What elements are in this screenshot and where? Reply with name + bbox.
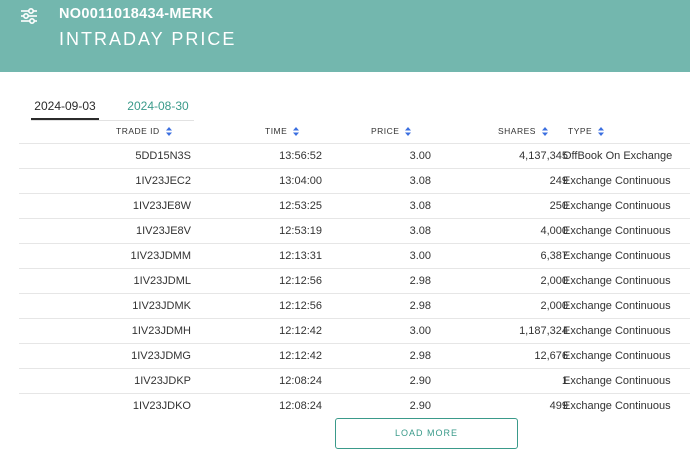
tab-2024-08-30[interactable]: 2024-08-30 xyxy=(123,94,193,118)
type-cell: Exchange Continuous xyxy=(563,350,671,362)
price-cell: 2.90 xyxy=(409,400,431,412)
time-cell: 12:53:25 xyxy=(279,200,322,212)
instrument-id: NO0011018434-MERK xyxy=(59,6,214,22)
table-row: 1IV23JE8W 12:53:25 3.08 250 Exchange Con… xyxy=(19,193,690,218)
table-row: 5DD15N3S 13:56:52 3.00 4,137,345 OffBook… xyxy=(19,143,690,168)
type-cell: Exchange Continuous xyxy=(563,375,671,387)
price-cell: 2.98 xyxy=(409,275,431,287)
table-row: 1IV23JDMH 12:12:42 3.00 1,187,324 Exchan… xyxy=(19,318,690,343)
table-row: 1IV23JDML 12:12:56 2.98 2,000 Exchange C… xyxy=(19,268,690,293)
trade-id-cell: 1IV23JDMK xyxy=(132,300,191,312)
table-row: 1IV23JDMK 12:12:56 2.98 2,000 Exchange C… xyxy=(19,293,690,318)
sort-updown-icon xyxy=(598,126,605,136)
sort-updown-icon xyxy=(405,126,412,136)
type-cell: Exchange Continuous xyxy=(563,175,671,187)
trades-table: 5DD15N3S 13:56:52 3.00 4,137,345 OffBook… xyxy=(19,143,690,418)
trade-id-cell: 1IV23JDMH xyxy=(131,325,191,337)
column-header-trade-id[interactable]: TRADE ID xyxy=(116,125,172,137)
shares-cell: 1,187,324 xyxy=(519,325,568,337)
type-cell: Exchange Continuous xyxy=(563,325,671,337)
column-label: TRADE ID xyxy=(116,126,160,136)
time-cell: 12:12:42 xyxy=(279,325,322,337)
price-cell: 2.98 xyxy=(409,350,431,362)
column-header-shares[interactable]: SHARES xyxy=(498,125,548,137)
type-cell: OffBook On Exchange xyxy=(563,150,673,162)
price-cell: 3.08 xyxy=(409,175,431,187)
sort-updown-icon xyxy=(541,126,548,136)
trade-id-cell: 1IV23JDKO xyxy=(132,400,191,412)
table-row: 1IV23JDMG 12:12:42 2.98 12,676 Exchange … xyxy=(19,343,690,368)
table-row: 1IV23JEC2 13:04:00 3.08 249 Exchange Con… xyxy=(19,168,690,193)
type-cell: Exchange Continuous xyxy=(563,250,671,262)
page-header: NO0011018434-MERK INTRADAY PRICE xyxy=(0,0,690,72)
column-header-type[interactable]: TYPE xyxy=(568,125,605,137)
table-row: 1IV23JE8V 12:53:19 3.08 4,000 Exchange C… xyxy=(19,218,690,243)
price-cell: 2.98 xyxy=(409,300,431,312)
type-cell: Exchange Continuous xyxy=(563,225,671,237)
tab-2024-09-03[interactable]: 2024-09-03 xyxy=(31,94,99,120)
column-label: TYPE xyxy=(568,126,593,136)
time-cell: 12:53:19 xyxy=(279,225,322,237)
trade-id-cell: 1IV23JE8V xyxy=(135,225,191,237)
type-cell: Exchange Continuous xyxy=(563,300,671,312)
trade-id-cell: 5DD15N3S xyxy=(135,150,191,162)
price-cell: 3.00 xyxy=(409,250,431,262)
time-cell: 12:12:42 xyxy=(279,350,322,362)
table-row: 1IV23JDKO 12:08:24 2.90 499 Exchange Con… xyxy=(19,393,690,418)
column-label: PRICE xyxy=(371,126,400,136)
sort-updown-icon xyxy=(293,126,300,136)
column-header-time[interactable]: TIME xyxy=(265,125,300,137)
time-cell: 13:04:00 xyxy=(279,175,322,187)
price-cell: 3.00 xyxy=(409,150,431,162)
trade-id-cell: 1IV23JDML xyxy=(133,275,191,287)
shares-cell: 4,137,345 xyxy=(519,150,568,162)
trade-id-cell: 1IV23JDMM xyxy=(130,250,191,262)
trade-id-cell: 1IV23JDKP xyxy=(134,375,191,387)
price-cell: 2.90 xyxy=(409,375,431,387)
table-row: 1IV23JDMM 12:13:31 3.00 6,387 Exchange C… xyxy=(19,243,690,268)
date-tabs: 2024-09-03 2024-08-30 xyxy=(31,94,194,121)
type-cell: Exchange Continuous xyxy=(563,275,671,287)
trade-id-cell: 1IV23JEC2 xyxy=(135,175,191,187)
type-cell: Exchange Continuous xyxy=(563,200,671,212)
time-cell: 12:08:24 xyxy=(279,400,322,412)
column-label: SHARES xyxy=(498,126,536,136)
sliders-icon[interactable] xyxy=(20,7,38,25)
time-cell: 12:13:31 xyxy=(279,250,322,262)
price-cell: 3.08 xyxy=(409,225,431,237)
price-cell: 3.08 xyxy=(409,200,431,212)
time-cell: 12:08:24 xyxy=(279,375,322,387)
time-cell: 12:12:56 xyxy=(279,275,322,287)
type-cell: Exchange Continuous xyxy=(563,400,671,412)
time-cell: 13:56:52 xyxy=(279,150,322,162)
column-label: TIME xyxy=(265,126,288,136)
table-row: 1IV23JDKP 12:08:24 2.90 1 Exchange Conti… xyxy=(19,368,690,393)
trade-id-cell: 1IV23JDMG xyxy=(131,350,191,362)
load-more-button[interactable]: LOAD MORE xyxy=(335,418,518,449)
sort-updown-icon xyxy=(165,126,172,136)
price-cell: 3.00 xyxy=(409,325,431,337)
trade-id-cell: 1IV23JE8W xyxy=(132,200,191,212)
page-title: INTRADAY PRICE xyxy=(59,29,237,49)
time-cell: 12:12:56 xyxy=(279,300,322,312)
column-header-price[interactable]: PRICE xyxy=(371,125,412,137)
